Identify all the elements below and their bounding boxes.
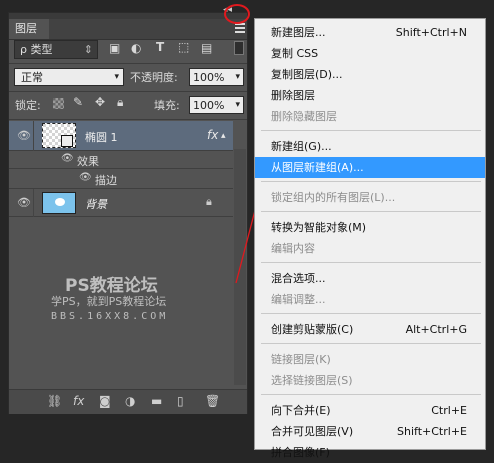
menu-item[interactable]: 复制图层(D)... <box>255 64 485 85</box>
menu-item-label: 拼合图像(F) <box>271 446 330 459</box>
menu-item-label: 混合选项... <box>271 272 326 285</box>
menu-item-shortcut: Shift+Ctrl+N <box>395 26 467 39</box>
menu-item-label: 复制图层(D)... <box>271 68 343 81</box>
menu-separator <box>261 262 481 263</box>
menu-item-label: 合并可见图层(V) <box>271 425 354 438</box>
menu-separator <box>261 313 481 314</box>
menu-item-shortcut: Shift+Ctrl+E <box>397 425 467 438</box>
menu-item: 删除隐藏图层 <box>255 106 485 127</box>
menu-item-label: 复制 CSS <box>271 47 319 60</box>
menu-item: 编辑调整... <box>255 289 485 310</box>
menu-item-label: 编辑调整... <box>271 293 326 306</box>
menu-item[interactable]: 创建剪贴蒙版(C) Alt+Ctrl+G <box>255 319 485 340</box>
menu-item[interactable]: 新建组(G)... <box>255 136 485 157</box>
menu-item-label: 删除隐藏图层 <box>271 110 337 123</box>
menu-item-label: 选择链接图层(S) <box>271 374 353 387</box>
menu-item[interactable]: 从图层新建组(A)... <box>255 157 485 178</box>
menu-separator <box>261 343 481 344</box>
menu-item-label: 新建图层... <box>271 26 326 39</box>
menu-item[interactable]: 合并可见图层(V) Shift+Ctrl+E <box>255 421 485 442</box>
menu-separator <box>261 211 481 212</box>
menu-item-shortcut: Ctrl+E <box>431 404 467 417</box>
menu-item-label: 编辑内容 <box>271 242 315 255</box>
menu-item: 锁定组内的所有图层(L)... <box>255 187 485 208</box>
menu-item-label: 链接图层(K) <box>271 353 331 366</box>
menu-item: 链接图层(K) <box>255 349 485 370</box>
menu-item-label: 从图层新建组(A)... <box>271 161 364 174</box>
menu-item[interactable]: 新建图层... Shift+Ctrl+N <box>255 22 485 43</box>
menu-item-label: 向下合并(E) <box>271 404 331 417</box>
menu-item-label: 锁定组内的所有图层(L)... <box>271 191 396 204</box>
menu-item[interactable]: 复制 CSS <box>255 43 485 64</box>
panel-context-menu: 新建图层... Shift+Ctrl+N 复制 CSS 复制图层(D)... 删除图层删… <box>254 18 486 459</box>
menu-item-label: 创建剪贴蒙版(C) <box>271 323 354 336</box>
menu-separator <box>261 130 481 131</box>
menu-item: 选择链接图层(S) <box>255 370 485 391</box>
menu-item-label: 删除图层 <box>271 89 315 102</box>
menu-separator <box>261 394 481 395</box>
menu-item[interactable]: 删除图层 <box>255 85 485 106</box>
menu-separator <box>261 181 481 182</box>
menu-item[interactable]: 拼合图像(F) <box>255 442 485 463</box>
menu-item-label: 转换为智能对象(M) <box>271 221 367 234</box>
menu-item[interactable]: 向下合并(E) Ctrl+E <box>255 400 485 421</box>
menu-item-label: 新建组(G)... <box>271 140 332 153</box>
menu-item[interactable]: 混合选项... <box>255 268 485 289</box>
menu-item[interactable]: 转换为智能对象(M) <box>255 217 485 238</box>
menu-item-shortcut: Alt+Ctrl+G <box>405 323 467 336</box>
menu-item: 编辑内容 <box>255 238 485 259</box>
